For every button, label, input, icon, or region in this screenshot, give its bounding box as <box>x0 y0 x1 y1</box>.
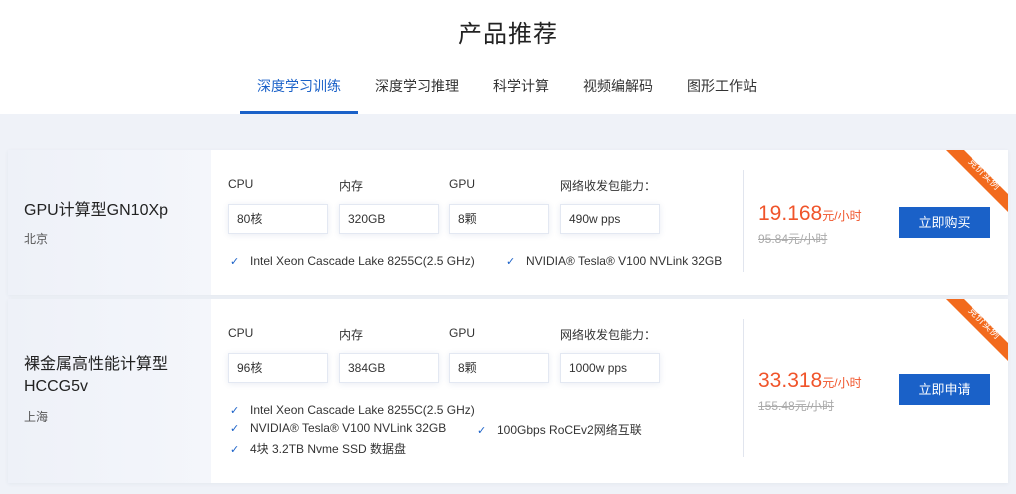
product-card-gn10xp: GPU计算型GN10Xp 北京 CPU 内存 GPU 网络收发包能力： 80核 … <box>8 150 1008 295</box>
spec-value-network: 1000w pps <box>560 353 660 383</box>
spot-instance-ribbon: 竞价实例 <box>946 299 1008 361</box>
original-price: 95.84元/小时 <box>758 232 828 246</box>
divider <box>743 319 744 457</box>
price-unit: 元/小时 <box>822 376 862 390</box>
spec-label-network: 网络收发包能力： <box>560 328 657 342</box>
spec-value-cpu: 96核 <box>228 353 328 383</box>
tab-scientific-computing[interactable]: 科学计算 <box>476 64 566 114</box>
page-title: 产品推荐 <box>458 21 558 48</box>
feature-item: ✓ 100Gbps RoCEv2网络互联 <box>477 423 642 437</box>
spec-value-gpu: 8颗 <box>449 353 549 383</box>
spec-value-memory: 320GB <box>339 204 439 234</box>
tab-bar: 深度学习训练 深度学习推理 科学计算 视频编解码 图形工作站 <box>240 64 774 114</box>
feature-item: ✓ NVIDIA® Tesla® V100 NVLink 32GB <box>230 421 447 435</box>
product-name: GPU计算型GN10Xp <box>24 202 169 219</box>
spec-value-network: 490w pps <box>560 204 660 234</box>
spec-label-network: 网络收发包能力： <box>560 179 657 193</box>
spec-label-gpu: GPU <box>449 326 476 340</box>
product-name-line-1: 裸金属高性能计算型 <box>24 356 169 373</box>
product-region: 北京 <box>24 232 49 246</box>
product-info-panel: 裸金属高性能计算型 HCCG5v 上海 <box>8 299 211 483</box>
tab-deep-learning-training[interactable]: 深度学习训练 <box>240 64 358 114</box>
product-card-hccg5v: 裸金属高性能计算型 HCCG5v 上海 CPU 内存 GPU 网络收发包能力： … <box>8 299 1008 483</box>
price: 33.318元/小时 <box>758 369 862 393</box>
spec-label-memory: 内存 <box>339 328 364 342</box>
tab-video-codec[interactable]: 视频编解码 <box>566 64 670 114</box>
tab-deep-learning-inference[interactable]: 深度学习推理 <box>358 64 476 114</box>
spec-value-memory: 384GB <box>339 353 439 383</box>
spec-label-memory: 内存 <box>339 179 364 193</box>
check-icon: ✓ <box>230 444 240 456</box>
product-info-panel: GPU计算型GN10Xp 北京 <box>8 150 211 295</box>
spec-label-cpu: CPU <box>228 326 254 340</box>
product-region: 上海 <box>24 410 49 424</box>
header: 产品推荐 深度学习训练 深度学习推理 科学计算 视频编解码 图形工作站 <box>0 0 1016 114</box>
feature-item: ✓ Intel Xeon Cascade Lake 8255C(2.5 GHz) <box>230 254 475 268</box>
check-icon: ✓ <box>506 256 516 268</box>
check-icon: ✓ <box>477 425 487 437</box>
original-price: 155.48元/小时 <box>758 399 835 413</box>
check-icon: ✓ <box>230 405 240 417</box>
feature-item: ✓ 4块 3.2TB Nvme SSD 数据盘 <box>230 442 407 456</box>
product-name-line-2: HCCG5v <box>24 378 89 395</box>
spec-value-gpu: 8颗 <box>449 204 549 234</box>
spot-instance-ribbon: 竞价实例 <box>946 150 1008 212</box>
price-value: 33.318 <box>758 369 823 392</box>
tab-graphics-workstation[interactable]: 图形工作站 <box>670 64 774 114</box>
check-icon: ✓ <box>230 256 240 268</box>
spec-label-gpu: GPU <box>449 177 476 191</box>
price-value: 19.168 <box>758 202 823 225</box>
spec-label-cpu: CPU <box>228 177 254 191</box>
feature-item: ✓ Intel Xeon Cascade Lake 8255C(2.5 GHz) <box>230 403 475 417</box>
price-unit: 元/小时 <box>822 209 862 223</box>
price: 19.168元/小时 <box>758 202 862 226</box>
apply-now-button[interactable]: 立即申请 <box>899 374 990 405</box>
feature-item: ✓ NVIDIA® Tesla® V100 NVLink 32GB <box>506 254 723 268</box>
check-icon: ✓ <box>230 423 240 435</box>
divider <box>743 170 744 272</box>
spec-value-cpu: 80核 <box>228 204 328 234</box>
